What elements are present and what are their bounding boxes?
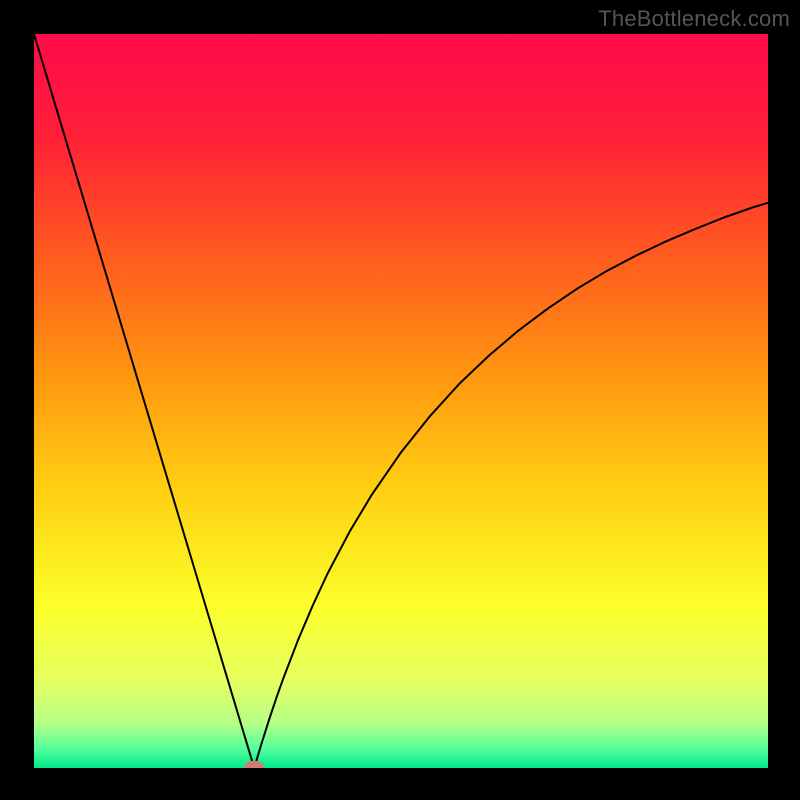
chart-frame: TheBottleneck.com [0, 0, 800, 800]
chart-svg [34, 34, 768, 768]
watermark-text: TheBottleneck.com [598, 6, 790, 32]
plot-area [34, 34, 768, 768]
